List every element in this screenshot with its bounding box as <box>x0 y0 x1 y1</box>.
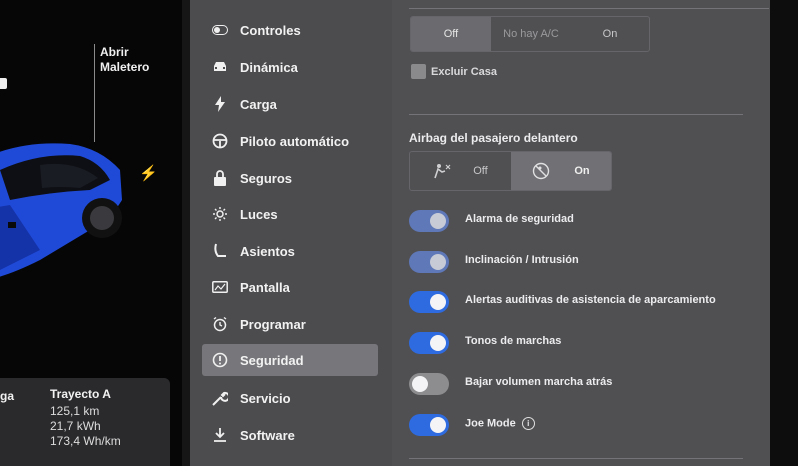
trip-efficiency: 173,4 Wh/km <box>50 434 121 448</box>
park-assist-chimes-label: Alertas auditivas de asistencia de aparc… <box>465 294 716 306</box>
car-panel: Abrir Maletero ⚡ ga Trayecto A 125,1 km … <box>0 0 182 466</box>
park-assist-chimes-toggle[interactable] <box>409 291 449 313</box>
trip-distance: 125,1 km <box>50 404 100 418</box>
toggle-knob <box>412 376 428 392</box>
ac-segmented-control: Off No hay A/C On <box>410 16 650 52</box>
alarm-clock-icon <box>212 316 228 332</box>
ac-option-on[interactable]: On <box>571 17 649 51</box>
nav-item-piloto[interactable]: Piloto automático <box>202 125 378 157</box>
charge-port-icon[interactable]: ⚡ <box>139 164 158 182</box>
nav-item-pantalla[interactable]: Pantalla <box>202 271 378 303</box>
airbag-on-icon <box>533 162 550 180</box>
reverse-volume-label: Bajar volumen marcha atrás <box>465 376 613 388</box>
ac-option-off[interactable]: Off <box>411 17 491 51</box>
nav-item-seguros[interactable]: Seguros <box>202 162 378 194</box>
reverse-volume-toggle[interactable] <box>409 373 449 395</box>
nav-item-seguridad[interactable]: Seguridad <box>202 344 378 376</box>
car-icon <box>212 59 228 75</box>
nav-label: Carga <box>240 96 277 112</box>
airbag-title: Airbag del pasajero delantero <box>409 131 578 145</box>
toggle-knob <box>430 294 446 310</box>
nav-item-luces[interactable]: Luces <box>202 198 378 230</box>
gear-tones-label: Tonos de marchas <box>465 335 562 347</box>
nav-label: Pantalla <box>240 279 290 295</box>
trip-col1-header: ga <box>0 389 15 403</box>
toggle-knob <box>430 335 446 351</box>
nav-item-servicio[interactable]: Servicio <box>202 382 378 414</box>
exclude-home-label: Excluir Casa <box>431 66 498 78</box>
lock-icon <box>212 170 228 186</box>
joe-mode-label: Joe Mode <box>465 417 516 430</box>
toggle-icon <box>212 22 228 38</box>
toggle-knob <box>430 417 446 433</box>
car-image <box>0 143 122 277</box>
joe-mode-label-wrap: Joe Mode i <box>465 417 535 430</box>
trunk-label-line1: Abrir <box>100 45 129 59</box>
top-divider <box>409 8 769 9</box>
nav-label: Programar <box>240 316 306 332</box>
tilt-intrusion-toggle[interactable] <box>409 251 449 273</box>
nav-label: Software <box>240 427 295 443</box>
trip-energy: 21,7 kWh <box>50 419 101 433</box>
tilt-intrusion-label: Inclinación / Intrusión <box>465 254 579 266</box>
joe-mode-toggle[interactable] <box>409 414 449 436</box>
trip-col1: ga <box>0 388 14 406</box>
security-alarm-label: Alarma de seguridad <box>465 213 574 225</box>
seat-icon <box>212 243 228 259</box>
nav-item-carga[interactable]: Carga <box>202 88 378 120</box>
airbag-option-on[interactable]: On <box>511 152 611 190</box>
trip-a-header: Trayecto A <box>50 387 111 401</box>
nav-item-software[interactable]: Software <box>202 419 378 451</box>
section-divider <box>409 114 743 115</box>
gear-tones-toggle[interactable] <box>409 332 449 354</box>
nav-label: Seguridad <box>240 352 304 368</box>
ac-option-no-ac[interactable]: No hay A/C <box>491 17 571 51</box>
airbag-off-icon <box>434 164 451 179</box>
download-icon <box>212 427 228 443</box>
panel-divider <box>182 0 190 466</box>
steering-wheel-icon <box>212 133 228 149</box>
info-circle-icon <box>212 352 228 368</box>
trip-stats: ga Trayecto A 125,1 km 21,7 kWh 173,4 Wh… <box>0 378 170 466</box>
nav-label: Seguros <box>240 170 293 186</box>
nav-label: Piloto automático <box>240 133 350 149</box>
toggle-knob <box>430 254 446 270</box>
security-alarm-toggle[interactable] <box>409 210 449 232</box>
toggle-knob <box>430 213 446 229</box>
airbag-segmented-control: Off On <box>409 151 612 191</box>
airbag-off-label: Off <box>473 165 488 177</box>
nav-label: Asientos <box>240 243 295 259</box>
exclude-home-checkbox[interactable] <box>411 64 426 79</box>
nav-label: Luces <box>240 206 278 222</box>
nav-label: Servicio <box>240 390 291 406</box>
trunk-label-line2: Maletero <box>100 60 150 74</box>
nav-label: Controles <box>240 22 301 38</box>
display-icon <box>212 279 228 295</box>
wrench-icon <box>212 390 228 406</box>
bottom-divider <box>409 458 743 459</box>
light-icon <box>212 206 228 222</box>
open-trunk-button[interactable]: Abrir Maletero <box>100 45 149 75</box>
trip-a: Trayecto A 125,1 km 21,7 kWh 173,4 Wh/km <box>50 387 121 449</box>
nav-label: Dinámica <box>240 59 298 75</box>
airbag-option-off[interactable]: Off <box>410 152 511 190</box>
nav-item-controles[interactable]: Controles <box>202 14 378 46</box>
info-icon[interactable]: i <box>521 417 535 430</box>
nav-item-asientos[interactable]: Asientos <box>202 235 378 267</box>
trunk-pointer-line <box>94 44 95 142</box>
bolt-icon <box>212 96 228 112</box>
nav-item-dinamica[interactable]: Dinámica <box>202 51 378 83</box>
nav-item-programar[interactable]: Programar <box>202 308 378 340</box>
screen-bezel <box>770 0 798 466</box>
airbag-on-label: On <box>574 165 590 177</box>
door-indicator <box>0 78 7 89</box>
settings-nav: Controles Dinámica Carga Piloto automáti… <box>190 0 392 466</box>
